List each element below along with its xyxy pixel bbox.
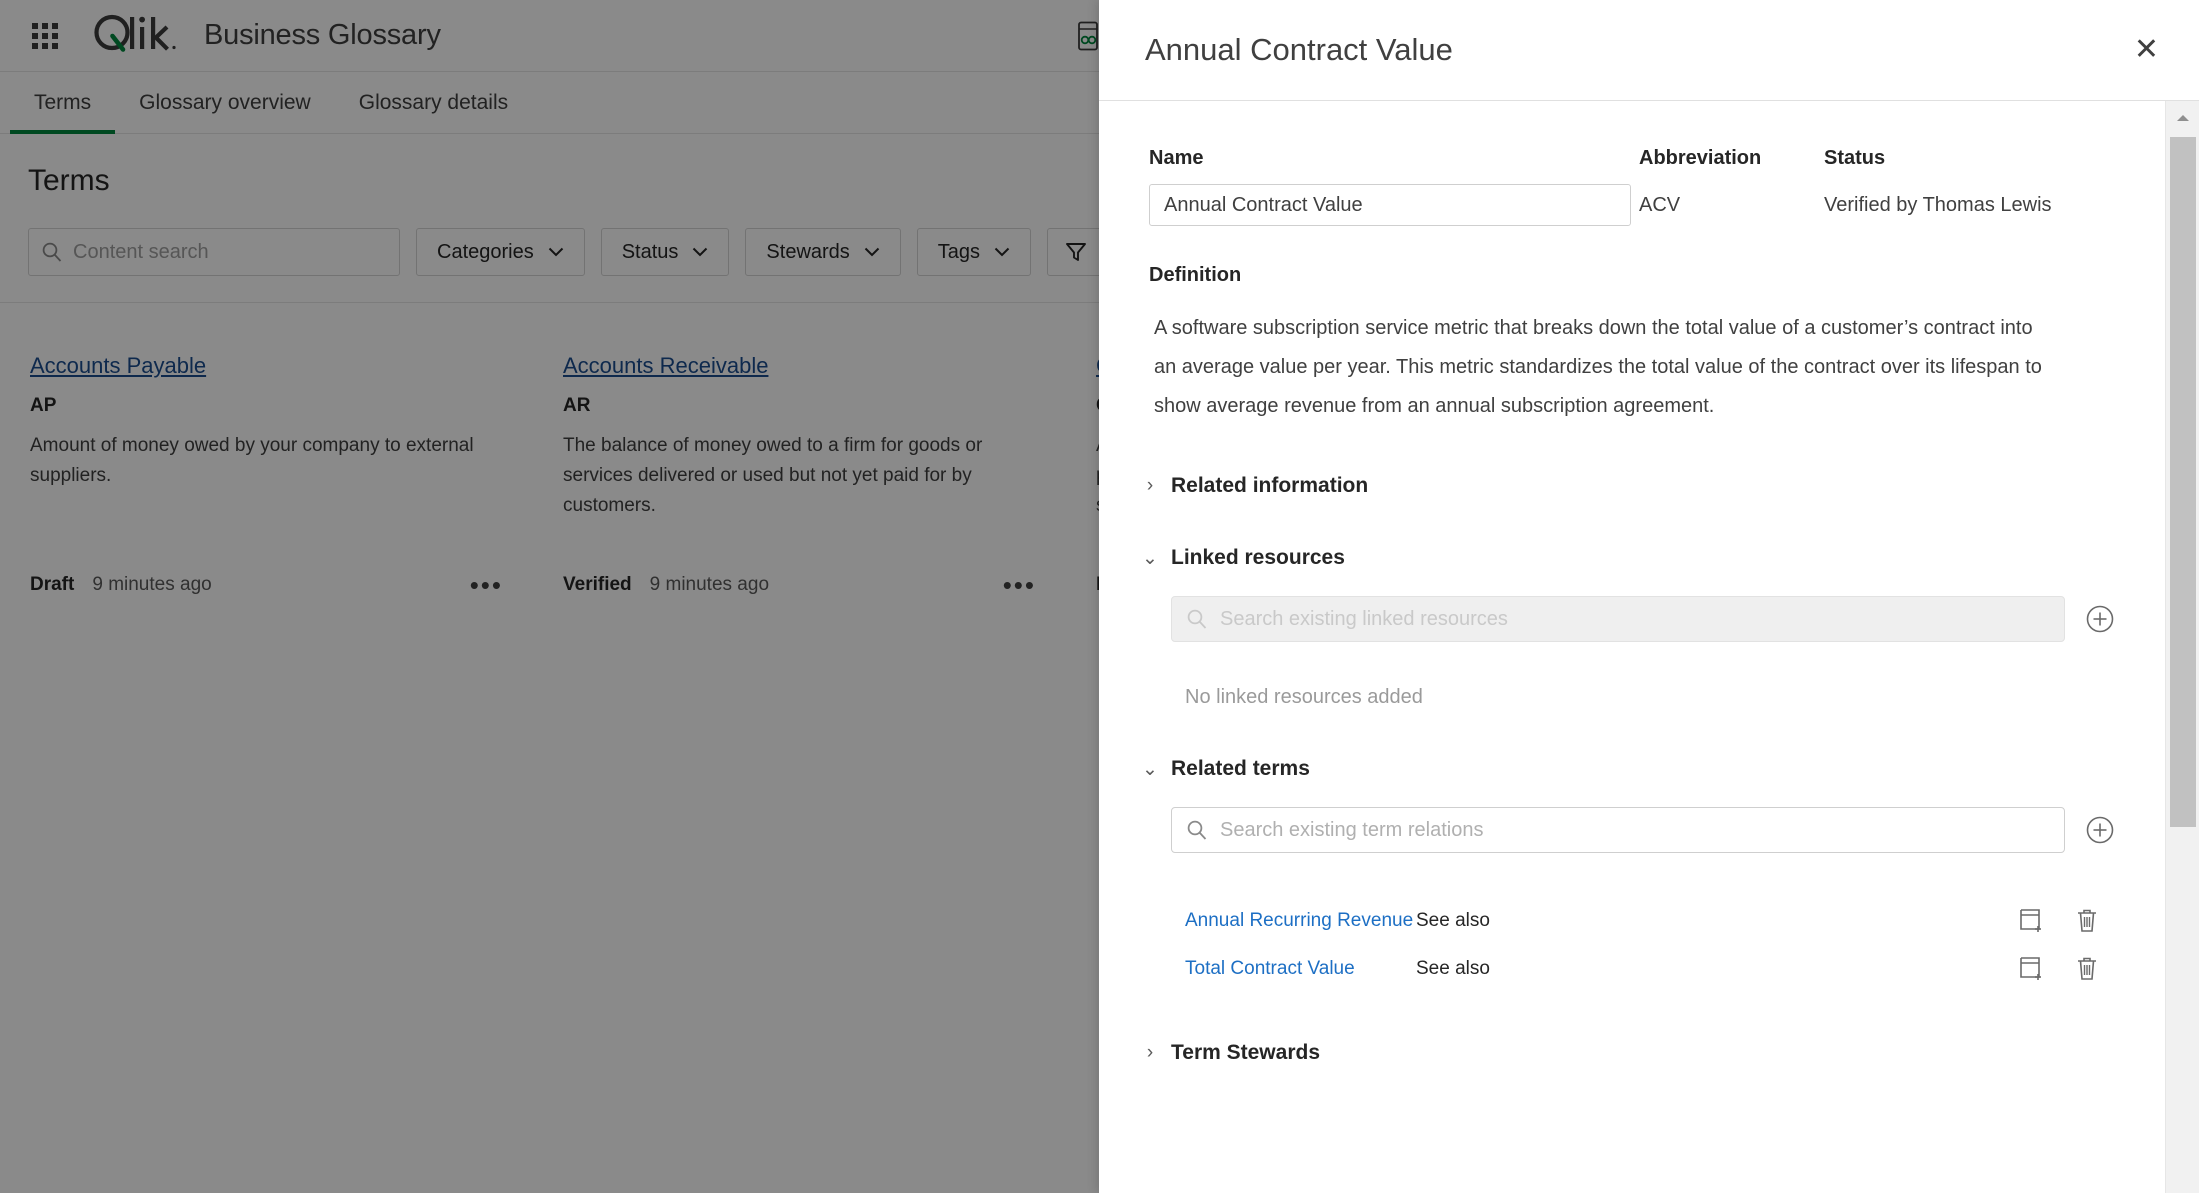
plus-circle-icon <box>2086 605 2114 633</box>
trash-icon <box>2078 909 2096 932</box>
related-term-row: Annual Recurring Revenue See also <box>1171 897 2115 945</box>
term-detail-panel: Annual Contract Value ✕ Name Annual Cont… <box>1099 0 2199 1193</box>
status-value: Verified by Thomas Lewis <box>1824 194 2052 216</box>
panel-scrollbar[interactable] <box>2165 101 2199 1193</box>
panel-title: Annual Contract Value <box>1145 32 1453 67</box>
chevron-down-icon: ⌄ <box>1142 547 1158 569</box>
add-note-icon <box>2020 909 2041 932</box>
section-related-information[interactable]: › Related information <box>1143 474 2115 498</box>
related-term-name[interactable]: Total Contract Value <box>1185 958 1415 980</box>
related-terms-search-row: Search existing term relations <box>1171 807 2115 853</box>
abbreviation-value: ACV <box>1639 194 1681 216</box>
linked-resources-search-placeholder: Search existing linked resources <box>1220 607 1508 630</box>
section-related-terms-label: Related terms <box>1171 757 1310 780</box>
linked-resources-search-row: Search existing linked resources <box>1171 596 2115 642</box>
panel-header: Annual Contract Value ✕ <box>1099 0 2199 101</box>
related-term-relation: See also <box>1416 910 1490 931</box>
abbreviation-label: Abbreviation <box>1639 147 1762 169</box>
close-icon[interactable]: ✕ <box>2134 35 2159 65</box>
plus-circle-icon <box>2086 816 2114 844</box>
term-fields-row: Name Annual Contract Value Abbreviation … <box>1099 147 2165 226</box>
linked-resources-search-input[interactable]: Search existing linked resources <box>1171 596 2065 642</box>
scroll-up-button[interactable] <box>2166 101 2199 135</box>
related-terms-search-input[interactable]: Search existing term relations <box>1171 807 2065 853</box>
name-label: Name <box>1149 147 1204 169</box>
panel-body: Name Annual Contract Value Abbreviation … <box>1099 101 2199 1193</box>
add-to-glossary-button[interactable] <box>2003 907 2059 935</box>
search-icon <box>1187 820 1207 840</box>
modal-overlay[interactable] <box>0 0 1099 1193</box>
section-term-stewards[interactable]: › Term Stewards <box>1143 1041 2115 1065</box>
section-linked-resources[interactable]: ⌄ Linked resources <box>1142 546 2115 570</box>
chevron-down-icon: ⌄ <box>1142 758 1158 780</box>
chevron-up-icon <box>2176 115 2189 121</box>
trash-icon <box>2078 957 2096 980</box>
scrollbar-thumb[interactable] <box>2170 137 2196 827</box>
section-term-stewards-label: Term Stewards <box>1171 1041 1320 1064</box>
section-related-information-label: Related information <box>1171 474 1369 497</box>
chevron-right-icon: › <box>1146 1042 1154 1063</box>
section-linked-resources-label: Linked resources <box>1171 546 1345 569</box>
add-linked-resource-button[interactable] <box>2085 604 2115 634</box>
search-icon <box>1187 609 1207 629</box>
panel-scroll-content: Name Annual Contract Value Abbreviation … <box>1099 101 2165 1193</box>
abbreviation-field-group: Abbreviation ACV <box>1639 147 1824 226</box>
panel-accordion: › Related information ⌄ Linked resources <box>1099 474 2165 1065</box>
related-terms-list: Annual Recurring Revenue See also Total … <box>1171 897 2115 993</box>
definition-block: Definition A software subscription servi… <box>1099 226 2165 426</box>
definition-label: Definition <box>1149 264 1242 286</box>
related-terms-body: Search existing term relations Annual Re… <box>1143 807 2115 993</box>
add-to-glossary-button[interactable] <box>2003 955 2059 983</box>
chevron-right-icon: › <box>1146 475 1154 496</box>
related-terms-search-placeholder: Search existing term relations <box>1220 818 1484 841</box>
add-related-term-button[interactable] <box>2085 815 2115 845</box>
linked-resources-empty-text: No linked resources added <box>1185 686 1423 708</box>
related-term-relation: See also <box>1416 958 1490 979</box>
delete-relation-button[interactable] <box>2059 907 2115 935</box>
status-label: Status <box>1824 147 1886 169</box>
definition-text: A software subscription service metric t… <box>1154 317 2042 417</box>
related-term-row: Total Contract Value See also <box>1171 945 2115 993</box>
name-field-group: Name Annual Contract Value <box>1149 147 1639 226</box>
section-related-terms[interactable]: ⌄ Related terms <box>1142 757 2115 781</box>
delete-relation-button[interactable] <box>2059 955 2115 983</box>
name-input[interactable]: Annual Contract Value <box>1149 184 1631 226</box>
linked-resources-body: Search existing linked resources No link… <box>1143 596 2115 709</box>
related-term-name[interactable]: Annual Recurring Revenue <box>1185 910 1415 932</box>
add-note-icon <box>2020 957 2041 980</box>
status-field-group: Status Verified by Thomas Lewis <box>1824 147 2115 226</box>
